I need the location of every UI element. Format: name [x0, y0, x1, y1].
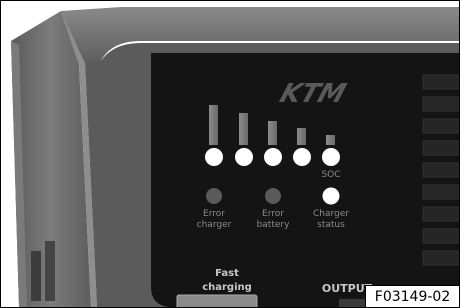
fast-charging-label-1: Fast — [215, 268, 239, 279]
error-charger-led — [206, 188, 222, 204]
figure-id-label: F03149-02 — [365, 285, 459, 307]
soc-led-3 — [264, 148, 282, 166]
error-battery-label-2: battery — [257, 220, 291, 230]
error-battery-label-1: Error — [262, 209, 284, 219]
error-battery-led — [265, 188, 281, 204]
soc-led-2 — [235, 148, 253, 166]
soc-led-5 — [322, 148, 340, 166]
fast-charging-label-2: charging — [202, 282, 252, 293]
fast-charging-button[interactable] — [176, 294, 258, 307]
charger-status-label-1: Charger — [313, 209, 349, 219]
error-charger-label-2: charger — [197, 220, 232, 230]
charger-status-label-2: status — [317, 220, 345, 230]
soc-bar-2 — [239, 113, 248, 145]
charger-illustration: KTM SOC Error charger Error battery Char… — [0, 0, 460, 308]
soc-led-4 — [293, 148, 311, 166]
soc-bar-1 — [209, 105, 218, 145]
charger-status-led — [322, 187, 340, 205]
ktm-logo: KTM — [276, 79, 350, 109]
error-charger-label-1: Error — [203, 209, 225, 219]
soc-bar-5 — [326, 135, 335, 145]
vent-slots — [422, 74, 459, 266]
soc-label: SOC — [321, 170, 340, 180]
soc-bar-4 — [297, 128, 306, 145]
charger-drawing: KTM SOC Error charger Error battery Char… — [11, 7, 459, 307]
soc-led-1 — [205, 148, 223, 166]
soc-bar-3 — [268, 121, 277, 145]
